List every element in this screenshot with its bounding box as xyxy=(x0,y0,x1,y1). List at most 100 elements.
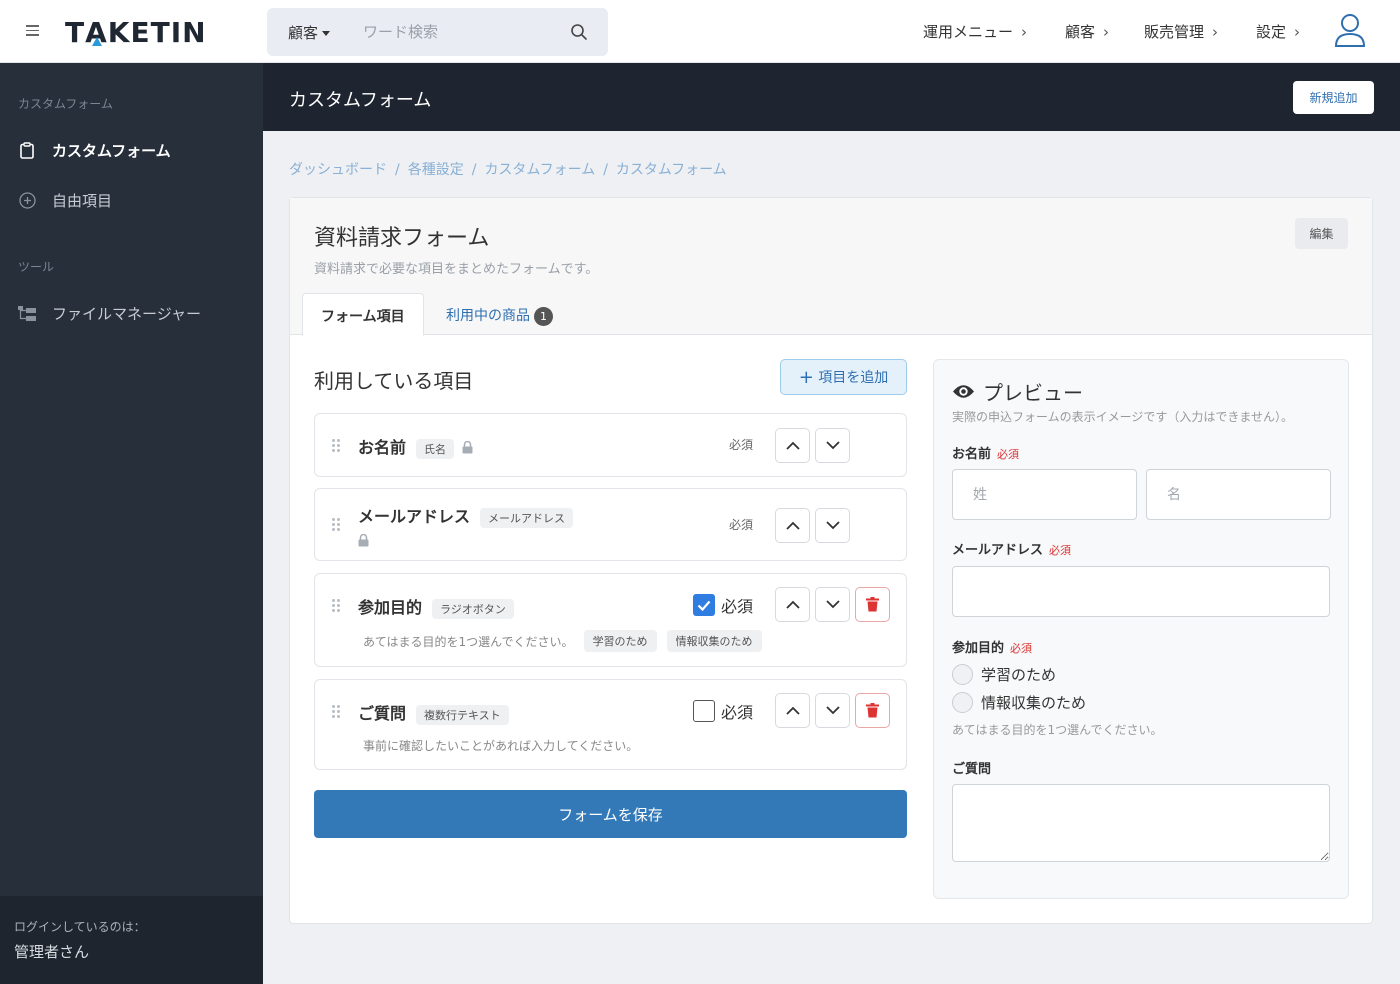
purpose-radio-info[interactable]: 情報収集のため xyxy=(952,692,1086,713)
breadcrumb: ダッシュボード / 各種設定 / カスタムフォーム / カスタムフォーム xyxy=(289,162,727,178)
breadcrumb-dashboard[interactable]: ダッシュボード xyxy=(289,162,387,178)
checkbox-unchecked-icon[interactable] xyxy=(693,700,715,722)
plus-circle-icon xyxy=(18,192,36,210)
required-mark: 必須 xyxy=(1010,642,1033,655)
menu-icon[interactable] xyxy=(26,25,39,36)
field-item-email: メールアドレス メールアドレス 必須 xyxy=(314,488,907,561)
fields-section-title: 利用している項目 xyxy=(314,369,474,393)
radio-button[interactable] xyxy=(952,692,973,713)
lock-icon xyxy=(462,439,473,458)
delete-button[interactable] xyxy=(855,693,890,728)
sidebar-item-custom-form[interactable]: カスタムフォーム xyxy=(18,140,171,161)
field-item-name: お名前 氏名 必須 xyxy=(314,413,907,477)
move-up-button[interactable] xyxy=(775,693,810,728)
tab-products-in-use[interactable]: 利用中の商品 1 xyxy=(428,293,571,336)
move-down-button[interactable] xyxy=(815,587,850,622)
preview-label-email: メールアドレス 必須 xyxy=(952,543,1072,558)
move-down-button[interactable] xyxy=(815,508,850,543)
search-icon[interactable] xyxy=(570,23,588,41)
move-up-button[interactable] xyxy=(775,428,810,463)
page-title: カスタムフォーム xyxy=(289,90,432,111)
form-description: 資料請求で必要な項目をまとめたフォームです。 xyxy=(314,262,599,277)
trash-icon xyxy=(866,597,879,612)
field-name: 参加目的 ラジオボタン xyxy=(358,594,514,619)
preview-label-name: お名前 必須 xyxy=(952,447,1020,462)
field-help: 事前に確認したいことがあれば入力してください。 xyxy=(363,737,638,754)
nav-settings[interactable]: 設定 › xyxy=(1256,21,1300,42)
preview-description: 実際の申込フォームの表示イメージです（入力はできません）。 xyxy=(952,410,1294,424)
plus-icon: + xyxy=(798,366,814,388)
email-input[interactable] xyxy=(952,566,1330,617)
purpose-radio-study[interactable]: 学習のため xyxy=(952,664,1056,685)
purpose-help: あてはまる目的を1つ選んでください。 xyxy=(952,723,1163,737)
add-field-button[interactable]: + 項目を追加 xyxy=(780,359,907,395)
required-mark: 必須 xyxy=(1049,544,1072,557)
sidebar-item-label: ファイルマネージャー xyxy=(52,305,201,323)
breadcrumb-current: カスタムフォーム xyxy=(615,162,727,178)
page-header: カスタムフォーム 新規追加 xyxy=(263,63,1400,131)
required-checkbox[interactable]: 必須 xyxy=(693,593,753,617)
delete-button[interactable] xyxy=(855,587,890,622)
count-badge: 1 xyxy=(534,306,553,326)
required-checkbox[interactable]: 必須 xyxy=(693,699,753,723)
sidebar-section-tools: ツール xyxy=(18,260,55,274)
field-name: ご質問 複数行テキスト xyxy=(358,700,509,725)
clipboard-icon xyxy=(18,142,36,160)
save-form-button[interactable]: フォームを保存 xyxy=(314,790,907,838)
sidebar-item-label: カスタムフォーム xyxy=(52,142,171,160)
drag-handle-icon[interactable] xyxy=(332,439,342,453)
tab-label: 利用中の商品 xyxy=(446,308,530,324)
nav-operations-menu[interactable]: 運用メニュー › xyxy=(923,21,1027,42)
tab-label: フォーム項目 xyxy=(321,309,405,325)
radio-button[interactable] xyxy=(952,664,973,685)
drag-handle-icon[interactable] xyxy=(332,705,342,719)
lock-icon xyxy=(358,533,369,551)
move-down-button[interactable] xyxy=(815,693,850,728)
preview-label-purpose: 参加目的 必須 xyxy=(952,641,1033,656)
logo[interactable]: TAKETIN xyxy=(65,16,207,49)
field-item-purpose: 参加目的 ラジオボタン 必須 あてはまる目的を1つ選んでください。 学習のため 情報収… xyxy=(314,573,907,667)
field-type-badge: 氏名 xyxy=(416,438,455,459)
required-label: 必須 xyxy=(729,438,754,452)
required-mark: 必須 xyxy=(997,448,1020,461)
move-up-button[interactable] xyxy=(775,587,810,622)
chevron-down-icon xyxy=(825,441,840,450)
first-name-input[interactable] xyxy=(1146,469,1331,520)
sidebar-item-free-fields[interactable]: 自由項目 xyxy=(18,190,112,211)
drag-handle-icon[interactable] xyxy=(332,599,342,613)
file-tree-icon xyxy=(18,305,36,323)
sidebar-item-file-manager[interactable]: ファイルマネージャー xyxy=(18,303,201,324)
move-down-button[interactable] xyxy=(815,428,850,463)
search-scope-select[interactable]: 顧客 xyxy=(288,22,331,43)
tab-form-fields[interactable]: フォーム項目 xyxy=(302,293,424,336)
radio-label: 情報収集のため xyxy=(981,694,1087,712)
last-name-input[interactable] xyxy=(952,469,1137,520)
chevron-up-icon xyxy=(785,521,800,530)
option-chip: 学習のため xyxy=(583,630,657,652)
move-up-button[interactable] xyxy=(775,508,810,543)
radio-label: 学習のため xyxy=(981,666,1057,684)
breadcrumb-settings[interactable]: 各種設定 xyxy=(408,162,464,178)
breadcrumb-custom-form[interactable]: カスタムフォーム xyxy=(484,162,595,178)
add-field-label: 項目を追加 xyxy=(818,369,889,386)
preview-label-question: ご質問 xyxy=(952,762,992,777)
option-chip: 情報収集のため xyxy=(666,630,762,652)
sidebar-section-custom-form: カスタムフォーム xyxy=(18,97,113,111)
new-add-button[interactable]: 新規追加 xyxy=(1293,81,1374,114)
field-name: お名前 氏名 xyxy=(358,434,473,459)
field-item-question: ご質問 複数行テキスト 必須 事前に確認したいことがあれば入力してください。 xyxy=(314,679,907,770)
drag-handle-icon[interactable] xyxy=(332,518,342,532)
checkbox-checked-icon[interactable] xyxy=(693,594,715,616)
login-label: ログインしているのは： xyxy=(14,920,146,934)
chevron-up-icon xyxy=(785,706,800,715)
nav-customers[interactable]: 顧客 › xyxy=(1065,21,1109,42)
top-bar: TAKETIN 顧客 運用メニュー› 顧客› 販売管理› 設定› xyxy=(0,0,1400,63)
nav-sales[interactable]: 販売管理 › xyxy=(1144,21,1218,42)
required-checkbox-label: 必須 xyxy=(721,703,754,722)
user-icon[interactable] xyxy=(1334,13,1366,47)
chevron-up-icon xyxy=(785,600,800,609)
question-textarea[interactable] xyxy=(952,784,1330,862)
search-input[interactable] xyxy=(363,21,553,43)
sidebar-item-label: 自由項目 xyxy=(52,192,113,210)
edit-button[interactable]: 編集 xyxy=(1295,218,1348,249)
